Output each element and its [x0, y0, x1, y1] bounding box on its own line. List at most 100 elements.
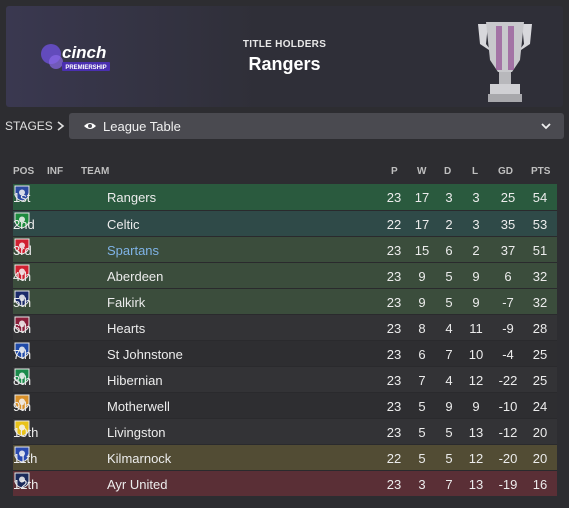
points-cell: 25: [532, 373, 548, 388]
played-cell: 23: [386, 295, 402, 310]
lost-cell: 12: [468, 373, 484, 388]
won-cell: 8: [418, 321, 426, 336]
team-name-link[interactable]: Hearts: [107, 321, 145, 336]
drawn-cell: 5: [445, 269, 453, 284]
title-holders-label: TITLE HOLDERS: [242, 39, 327, 50]
lost-cell: 9: [472, 399, 480, 414]
table-row[interactable]: 7th St Johnstone 23 6 7 10 -4 25: [13, 340, 557, 366]
lost-cell: 3: [472, 217, 480, 232]
column-header-l[interactable]: L: [472, 166, 478, 177]
table-row[interactable]: 12th Ayr United 23 3 7 13 -19 16: [13, 470, 557, 496]
position-cell: 9th: [13, 399, 32, 414]
goal-difference-cell: -19: [498, 477, 518, 492]
lost-cell: 10: [468, 347, 484, 362]
drawn-cell: 2: [445, 217, 453, 232]
played-cell: 22: [386, 217, 402, 232]
points-cell: 28: [532, 321, 548, 336]
team-name-link[interactable]: Kilmarnock: [107, 451, 171, 466]
points-cell: 24: [532, 399, 548, 414]
stages-selected-value: League Table: [103, 118, 181, 134]
lost-cell: 13: [468, 425, 484, 440]
won-cell: 17: [414, 217, 430, 232]
table-row[interactable]: 11th Kilmarnock 22 5 5 12 -20 20: [13, 444, 557, 470]
table-row[interactable]: 10th Livingston 23 5 5 13 -12 20: [13, 418, 557, 444]
column-header-p[interactable]: P: [391, 166, 398, 177]
drawn-cell: 5: [445, 425, 453, 440]
column-header-pos[interactable]: POS: [13, 166, 34, 177]
lost-cell: 2: [472, 243, 480, 258]
won-cell: 5: [418, 399, 426, 414]
table-row[interactable]: 5th Falkirk 23 9 5 9 -7 32: [13, 288, 557, 314]
points-cell: 20: [532, 425, 548, 440]
position-cell: 3rd: [13, 243, 32, 258]
played-cell: 22: [386, 451, 402, 466]
table-row[interactable]: 9th Motherwell 23 5 9 9 -10 24: [13, 392, 557, 418]
lost-cell: 9: [472, 295, 480, 310]
team-name-link[interactable]: Celtic: [107, 217, 140, 232]
column-header-gd[interactable]: GD: [498, 166, 513, 177]
goal-difference-cell: -20: [498, 451, 518, 466]
played-cell: 23: [386, 321, 402, 336]
drawn-cell: 5: [445, 451, 453, 466]
points-cell: 54: [532, 190, 548, 205]
played-cell: 23: [386, 243, 402, 258]
table-row[interactable]: 1st Rangers 23 17 3 3 25 54: [13, 184, 557, 210]
team-name-link[interactable]: Aberdeen: [107, 269, 163, 284]
table-row[interactable]: 3rd Spartans 23 15 6 2 37 51: [13, 236, 557, 262]
column-header-w[interactable]: W: [417, 166, 426, 177]
team-name-link[interactable]: Motherwell: [107, 399, 170, 414]
team-name-link[interactable]: Falkirk: [107, 295, 145, 310]
won-cell: 7: [418, 373, 426, 388]
goal-difference-cell: -4: [502, 347, 514, 362]
team-name-link[interactable]: Hibernian: [107, 373, 163, 388]
team-name-link[interactable]: Ayr United: [107, 477, 167, 492]
goal-difference-cell: -12: [498, 425, 518, 440]
lost-cell: 3: [472, 190, 480, 205]
position-cell: 2nd: [13, 217, 35, 232]
team-name-link[interactable]: Spartans: [107, 243, 159, 258]
team-name-link[interactable]: Livingston: [107, 425, 166, 440]
table-row[interactable]: 6th Hearts 23 8 4 11 -9 28: [13, 314, 557, 340]
goal-difference-cell: -10: [498, 399, 518, 414]
position-cell: 12th: [13, 477, 39, 492]
lost-cell: 12: [468, 451, 484, 466]
column-header-team[interactable]: TEAM: [81, 166, 109, 177]
league-table: 1st Rangers 23 17 3 3 25 54 2nd Celtic 22 17 2 3 35 53 3…: [13, 184, 557, 496]
eye-icon: [84, 123, 96, 129]
played-cell: 23: [386, 477, 402, 492]
column-header-pts[interactable]: PTS: [531, 166, 550, 177]
goal-difference-cell: -7: [502, 295, 514, 310]
goal-difference-cell: -22: [498, 373, 518, 388]
table-row[interactable]: 4th Aberdeen 23 9 5 9 6 32: [13, 262, 557, 288]
played-cell: 23: [386, 399, 402, 414]
played-cell: 23: [386, 269, 402, 284]
column-header-d[interactable]: D: [444, 166, 451, 177]
team-name-link[interactable]: Rangers: [107, 190, 156, 205]
points-cell: 53: [532, 217, 548, 232]
position-cell: 10th: [13, 425, 39, 440]
position-cell: 7th: [13, 347, 32, 362]
points-cell: 16: [532, 477, 548, 492]
lost-cell: 13: [468, 477, 484, 492]
position-cell: 8th: [13, 373, 32, 388]
drawn-cell: 3: [445, 190, 453, 205]
table-row[interactable]: 8th Hibernian 23 7 4 12 -22 25: [13, 366, 557, 392]
column-header-inf[interactable]: INF: [47, 166, 63, 177]
points-cell: 32: [532, 269, 548, 284]
goal-difference-cell: -9: [502, 321, 514, 336]
won-cell: 17: [414, 190, 430, 205]
table-header: POS INF TEAM P W D L GD PTS: [13, 163, 557, 180]
played-cell: 23: [386, 347, 402, 362]
title-holders-team: Rangers: [248, 54, 321, 74]
chevron-down-icon: [541, 123, 551, 130]
position-cell: 4th: [13, 269, 32, 284]
stages-dropdown[interactable]: League Table: [69, 113, 564, 139]
table-row[interactable]: 2nd Celtic 22 17 2 3 35 53: [13, 210, 557, 236]
position-cell: 6th: [13, 321, 32, 336]
points-cell: 51: [532, 243, 548, 258]
lost-cell: 11: [469, 321, 483, 336]
points-cell: 25: [532, 347, 548, 362]
won-cell: 9: [418, 269, 426, 284]
won-cell: 15: [414, 243, 430, 258]
team-name-link[interactable]: St Johnstone: [107, 347, 183, 362]
